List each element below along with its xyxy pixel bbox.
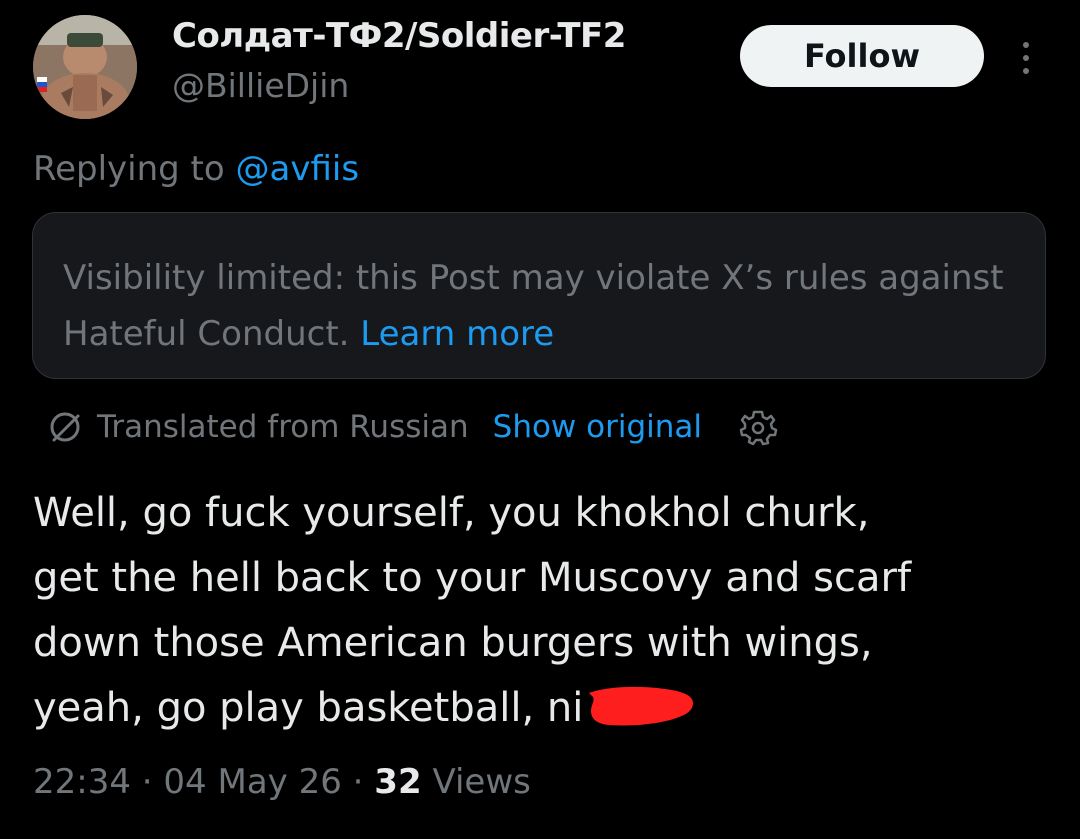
translated-from-label: Translated from Russian — [97, 409, 469, 445]
post-line: get the hell back to your Muscovy and sc… — [33, 555, 912, 601]
reply-target-link[interactable]: @avfiis — [236, 149, 360, 189]
visibility-notice: Visibility limited: this Post may violat… — [32, 212, 1046, 379]
views-count[interactable]: 32 — [374, 762, 421, 802]
notice-text-block: Visibility limited: this Post may violat… — [63, 250, 1015, 362]
post-line: down those American burgers with wings, — [33, 620, 873, 666]
post-line-last: yeah, go play basketball, ni — [33, 676, 1053, 741]
post-meta: 22:34 · 04 May 26 · 32 Views — [33, 762, 531, 802]
show-original-link[interactable]: Show original — [493, 409, 702, 445]
author-handle[interactable]: @BillieDjin — [172, 66, 349, 105]
post-line: yeah, go play basketball, ni — [33, 685, 584, 731]
post-line: Well, go fuck yourself, you khokhol chur… — [33, 490, 870, 536]
learn-more-link[interactable]: Learn more — [360, 314, 554, 354]
translate-icon — [45, 407, 85, 447]
translation-bar: Translated from Russian Show original — [45, 404, 778, 450]
follow-button[interactable]: Follow — [740, 25, 984, 87]
post-text: Well, go fuck yourself, you khokhol chur… — [33, 481, 1053, 741]
redaction-scribble — [585, 683, 697, 729]
views-label: Views — [432, 762, 531, 802]
gear-icon[interactable] — [738, 407, 778, 447]
replying-to: Replying to @avfiis — [33, 149, 359, 189]
replying-prefix: Replying to — [33, 149, 236, 189]
meta-separator: · — [141, 762, 153, 802]
post-date[interactable]: 04 May 26 — [163, 762, 341, 802]
more-vertical-icon[interactable] — [1012, 38, 1040, 78]
post-time[interactable]: 22:34 — [33, 762, 131, 802]
author-display-name[interactable]: Солдат-ТФ2/Soldier-TF2 — [172, 16, 626, 56]
author-avatar[interactable] — [33, 15, 137, 119]
profile-photo — [33, 15, 137, 119]
meta-separator: · — [352, 762, 364, 802]
